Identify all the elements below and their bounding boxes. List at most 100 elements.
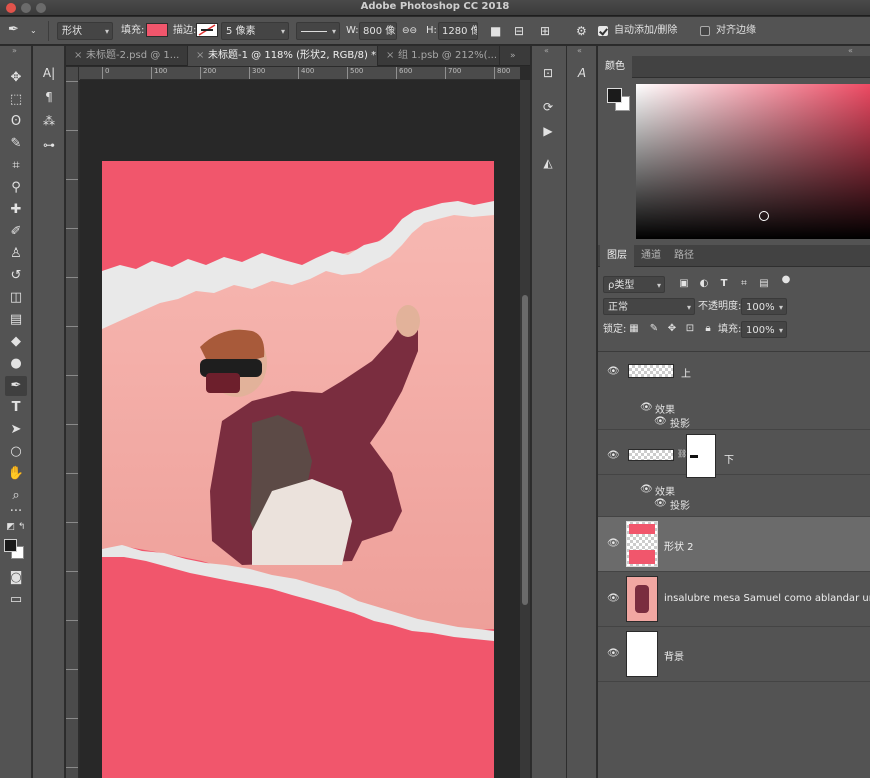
quick-mask-icon[interactable]: ◙ (5, 568, 27, 588)
filter-adjustment-icon[interactable]: ◐ (698, 278, 710, 290)
layer-row[interactable]: 👁︎ insalubre mesa Samuel como ablandar u… (598, 572, 870, 627)
stroke-type-select[interactable]: ▾ (296, 22, 340, 40)
stamp-icon[interactable]: ♙ (5, 244, 27, 264)
blur-icon[interactable]: ◆ (5, 332, 27, 352)
history-icon[interactable]: ⟳ (539, 98, 557, 116)
filter-toggle-icon[interactable]: ● (780, 274, 792, 286)
move-icon[interactable]: ✥ (5, 68, 27, 88)
layer-row-selected[interactable]: 👁︎ 形状 2 (598, 517, 870, 572)
tab-paths[interactable]: 路径 (667, 245, 701, 267)
layer-comps-icon[interactable]: ◭ (539, 154, 557, 172)
filter-smart-object-icon[interactable]: ▤ (758, 278, 770, 290)
collapse-icon[interactable]: » (12, 46, 17, 56)
tab-overflow-icon[interactable]: » (510, 46, 516, 66)
collapse-icon[interactable]: « (848, 46, 853, 56)
libraries-icon[interactable]: ⊡ (539, 64, 557, 82)
lasso-icon[interactable]: ʘ (5, 112, 27, 132)
path-operations-icon[interactable]: ■ (490, 22, 501, 40)
glyphs-icon[interactable]: A (573, 64, 591, 82)
layer-filter-select[interactable]: ρ类型 ▾ (603, 276, 665, 293)
path-arrangement-icon[interactable]: ⊞ (540, 22, 550, 40)
vertical-scrollbar[interactable] (520, 80, 530, 778)
screen-mode-icon[interactable]: ▭ (5, 590, 27, 610)
close-icon[interactable]: × (74, 46, 86, 66)
canvas-area[interactable] (80, 80, 520, 778)
more-icon[interactable]: ··· (5, 502, 27, 522)
tool-presets-icon[interactable]: ⊶ (40, 136, 58, 154)
mask-stroke (690, 455, 698, 458)
filter-pixel-icon[interactable]: ▣ (678, 278, 690, 290)
gear-icon[interactable]: ⚙ (576, 22, 587, 40)
eye-icon[interactable]: 👁︎ (640, 402, 653, 414)
doc-tab[interactable]: × 未标题-2.psd @ 1... (66, 46, 188, 66)
eye-icon[interactable]: 👁︎ (607, 593, 620, 605)
height-input[interactable]: 1280 像 (438, 22, 478, 40)
eye-icon[interactable]: 👁︎ (654, 498, 667, 510)
tab-channels[interactable]: 通道 (634, 245, 668, 267)
lock-position-icon[interactable]: ✥ (666, 323, 678, 335)
blend-mode-select[interactable]: 正常 ▾ (603, 298, 695, 315)
eye-icon[interactable]: 👁︎ (640, 484, 653, 496)
picker-cursor[interactable] (759, 211, 769, 221)
lock-image-icon[interactable]: ✎ (648, 323, 660, 335)
eye-icon[interactable]: 👁︎ (607, 366, 620, 378)
ellipse-icon[interactable]: ○ (5, 442, 27, 462)
eraser-icon[interactable]: ◫ (5, 288, 27, 308)
character-panel-icon[interactable]: A| (40, 64, 58, 82)
doc-tab[interactable]: × 组 1.psb @ 212%(... (378, 46, 500, 66)
fill-input[interactable]: 100% ▾ (741, 321, 787, 338)
artboard[interactable] (102, 161, 494, 778)
collapse-icon[interactable]: « (544, 46, 549, 56)
type-icon[interactable]: T (5, 398, 27, 418)
link-icon[interactable]: ⊖⊖ (402, 22, 417, 40)
crop-icon[interactable]: ⌗ (5, 156, 27, 176)
align-edges-checkbox[interactable] (700, 26, 710, 36)
stroke-width-select[interactable]: 5 像素 ▾ (221, 22, 289, 40)
brush-icon[interactable]: ✐ (5, 222, 27, 242)
eye-icon[interactable]: 👁︎ (654, 416, 667, 428)
scrollbar-thumb[interactable] (522, 295, 528, 605)
quick-select-icon[interactable]: ✎ (5, 134, 27, 154)
hand-icon[interactable]: ✋ (5, 464, 27, 484)
auto-add-delete-checkbox[interactable] (598, 26, 608, 36)
tab-layers[interactable]: 图层 (600, 245, 634, 267)
history-brush-icon[interactable]: ↺ (5, 266, 27, 286)
dodge-icon[interactable]: ● (5, 354, 27, 374)
eyedropper-icon[interactable]: ⚲ (5, 178, 27, 198)
close-icon[interactable]: × (196, 46, 208, 66)
gradient-icon[interactable]: ▤ (5, 310, 27, 330)
lock-all-icon[interactable]: 🔒︎ (702, 323, 714, 335)
pen-icon[interactable]: ✒ (5, 376, 27, 396)
eye-icon[interactable]: 👁︎ (607, 450, 620, 462)
foreground-color-swatch[interactable] (607, 88, 622, 103)
doc-tab-active[interactable]: × 未标题-1 @ 118% (形状2, RGB/8) * (188, 46, 378, 66)
tab-color[interactable]: 颜色 (598, 56, 632, 78)
path-alignment-icon[interactable]: ⊟ (514, 22, 524, 40)
filter-type-icon[interactable]: T (718, 278, 730, 290)
healing-icon[interactable]: ✚ (5, 200, 27, 220)
brush-settings-icon[interactable]: ⁂ (40, 112, 58, 130)
marquee-icon[interactable]: ⬚ (5, 90, 27, 110)
close-icon[interactable]: × (386, 46, 398, 66)
paragraph-panel-icon[interactable]: ¶ (40, 88, 58, 106)
chevron-down-icon[interactable]: ⌄ (30, 22, 37, 40)
stroke-color-swatch[interactable] (196, 23, 218, 37)
pen-tool-preset-icon[interactable]: ✒ (8, 21, 19, 39)
filter-shape-icon[interactable]: ⌗ (738, 278, 750, 290)
eye-icon[interactable]: 👁︎ (607, 648, 620, 660)
lock-artboard-icon[interactable]: ⊡ (684, 323, 696, 335)
tool-mode-select[interactable]: 形状 ▾ (57, 22, 113, 40)
foreground-color-swatch[interactable] (4, 539, 17, 552)
actions-play-icon[interactable]: ▶ (539, 122, 557, 140)
eye-icon[interactable]: 👁︎ (607, 538, 620, 550)
collapse-icon[interactable]: « (577, 46, 582, 56)
width-input[interactable]: 800 像素 (359, 22, 397, 40)
opacity-input[interactable]: 100% ▾ (741, 298, 787, 315)
layer-row[interactable]: 👁︎ ⛓︎ 下 👁︎ 效果 👁︎ 投影 (598, 429, 870, 517)
color-picker-field[interactable] (636, 84, 870, 239)
path-select-icon[interactable]: ➤ (5, 420, 27, 440)
lock-transparent-icon[interactable]: ▦ (628, 323, 640, 335)
fill-color-swatch[interactable] (146, 23, 168, 37)
default-colors-icon[interactable]: ◩ ↰ (5, 520, 27, 534)
layer-row[interactable]: 👁︎ 背景 (598, 627, 870, 682)
